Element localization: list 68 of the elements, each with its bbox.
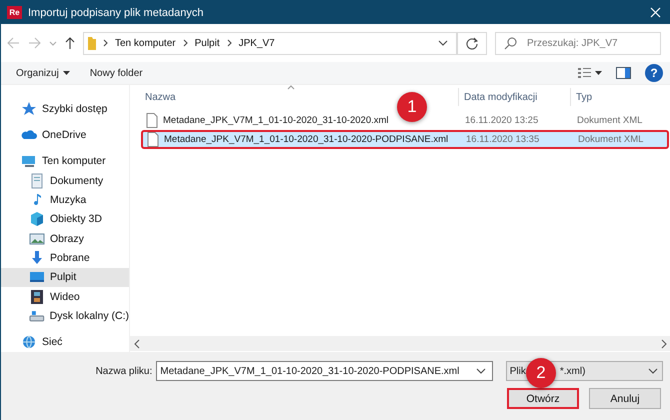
sort-caret-icon <box>287 85 295 90</box>
sidebar-item[interactable]: Obiekty 3D <box>1 210 129 229</box>
chevron-down-icon <box>438 40 448 46</box>
file-row[interactable]: Metadane_JPK_V7M_1_01-10-2020_31-10-2020-PODPISANE.xml 16.11.2020 13:35 Dokument XML <box>141 130 669 149</box>
file-name: Metadane_JPK_V7M_1_01-10-2020_31-10-2020-PODPISANE.xml <box>164 134 448 145</box>
sidebar-item[interactable]: Szybki dostęp <box>1 99 129 118</box>
cube-icon <box>29 211 45 228</box>
modified-date: 16.11.2020 13:25 <box>464 115 540 126</box>
network-icon <box>21 334 37 350</box>
breadcrumb[interactable]: Ten komputer <box>115 38 176 48</box>
chevron-down-icon <box>648 368 658 374</box>
step-tooltip: 1 <box>397 92 427 122</box>
new-folder-button[interactable]: Nowy folder <box>90 68 143 78</box>
column-header[interactable]: Typ <box>571 88 670 106</box>
search-icon <box>504 36 517 50</box>
scroll-left-icon <box>134 338 140 348</box>
file-type: Dokument XML <box>577 134 644 145</box>
sidebar-item[interactable]: Wideo <box>1 286 129 306</box>
film-icon <box>29 288 45 305</box>
organize-menu-button[interactable]: Organizuj <box>16 68 70 78</box>
filename-field[interactable]: Metadane_JPK_V7M_1_01-10-2020_31-10-2020-PODPISANE.xml <box>156 361 493 381</box>
sidebar-item[interactable]: Dokumenty <box>1 170 129 190</box>
computer-icon <box>21 153 37 170</box>
sidebar-item[interactable]: Pobrane <box>1 248 129 268</box>
chevron-right-icon <box>226 39 232 47</box>
sidebar-item[interactable]: Ten komputer <box>1 152 129 171</box>
window-title: Importuj podpisany plik metadanych <box>28 6 204 18</box>
breadcrumb[interactable]: JPK_V7 <box>238 38 275 48</box>
download-arrow-icon <box>29 250 45 266</box>
sidebar-item[interactable]: Pulpit <box>1 268 129 287</box>
modified-date: 16.11.2020 13:35 <box>465 134 540 145</box>
file-name: Metadane_JPK_V7M_1_01-10-2020_31-10-2020.xml <box>163 115 389 126</box>
close-icon <box>650 7 661 18</box>
sidebar-item[interactable]: OneDrive <box>1 125 129 145</box>
image-icon <box>29 230 45 247</box>
column-header[interactable]: Data modyfikacji <box>459 88 571 106</box>
caret-icon <box>62 71 70 75</box>
up-arrow-icon <box>65 36 75 50</box>
refresh-icon <box>466 36 478 50</box>
back-arrow-icon <box>7 37 20 49</box>
breadcrumb[interactable]: Pulpit <box>194 38 220 48</box>
chevron-down-icon <box>476 368 486 374</box>
filename-label: Nazwa pliku: <box>94 366 152 376</box>
refresh-button[interactable] <box>457 32 487 54</box>
scroll-right-icon <box>661 338 667 348</box>
search-box[interactable]: Przeszukaj: JPK_V7 <box>495 32 661 54</box>
sidebar-item[interactable]: Obrazy <box>1 228 129 248</box>
forward-arrow-icon <box>28 37 41 49</box>
chevron-right-icon <box>103 39 108 47</box>
folder-icon <box>88 36 96 50</box>
cancel-button[interactable]: Anuluj <box>589 388 661 409</box>
file-type: Dokument XML <box>576 115 644 126</box>
chevron-down-icon <box>49 40 57 46</box>
help-button[interactable]: ? <box>645 64 663 82</box>
sidebar-item[interactable]: Muzyka <box>1 190 129 210</box>
document-icon <box>29 172 45 189</box>
address-bar[interactable]: Ten komputer Pulpit JPK_V7 <box>83 32 457 54</box>
file-icon <box>146 113 158 128</box>
star-icon <box>21 100 37 117</box>
sidebar-item[interactable]: Dysk lokalny (C:) <box>1 306 129 326</box>
sidebar-item[interactable]: Sieć <box>1 332 129 352</box>
app-logo: Re <box>7 6 22 19</box>
view-options-icon <box>578 67 602 79</box>
horizontal-scrollbar[interactable] <box>130 336 670 351</box>
file-icon <box>147 132 159 147</box>
preview-pane-icon <box>616 67 631 79</box>
chevron-right-icon <box>182 39 188 47</box>
open-button[interactable]: Otwórz <box>507 388 579 409</box>
